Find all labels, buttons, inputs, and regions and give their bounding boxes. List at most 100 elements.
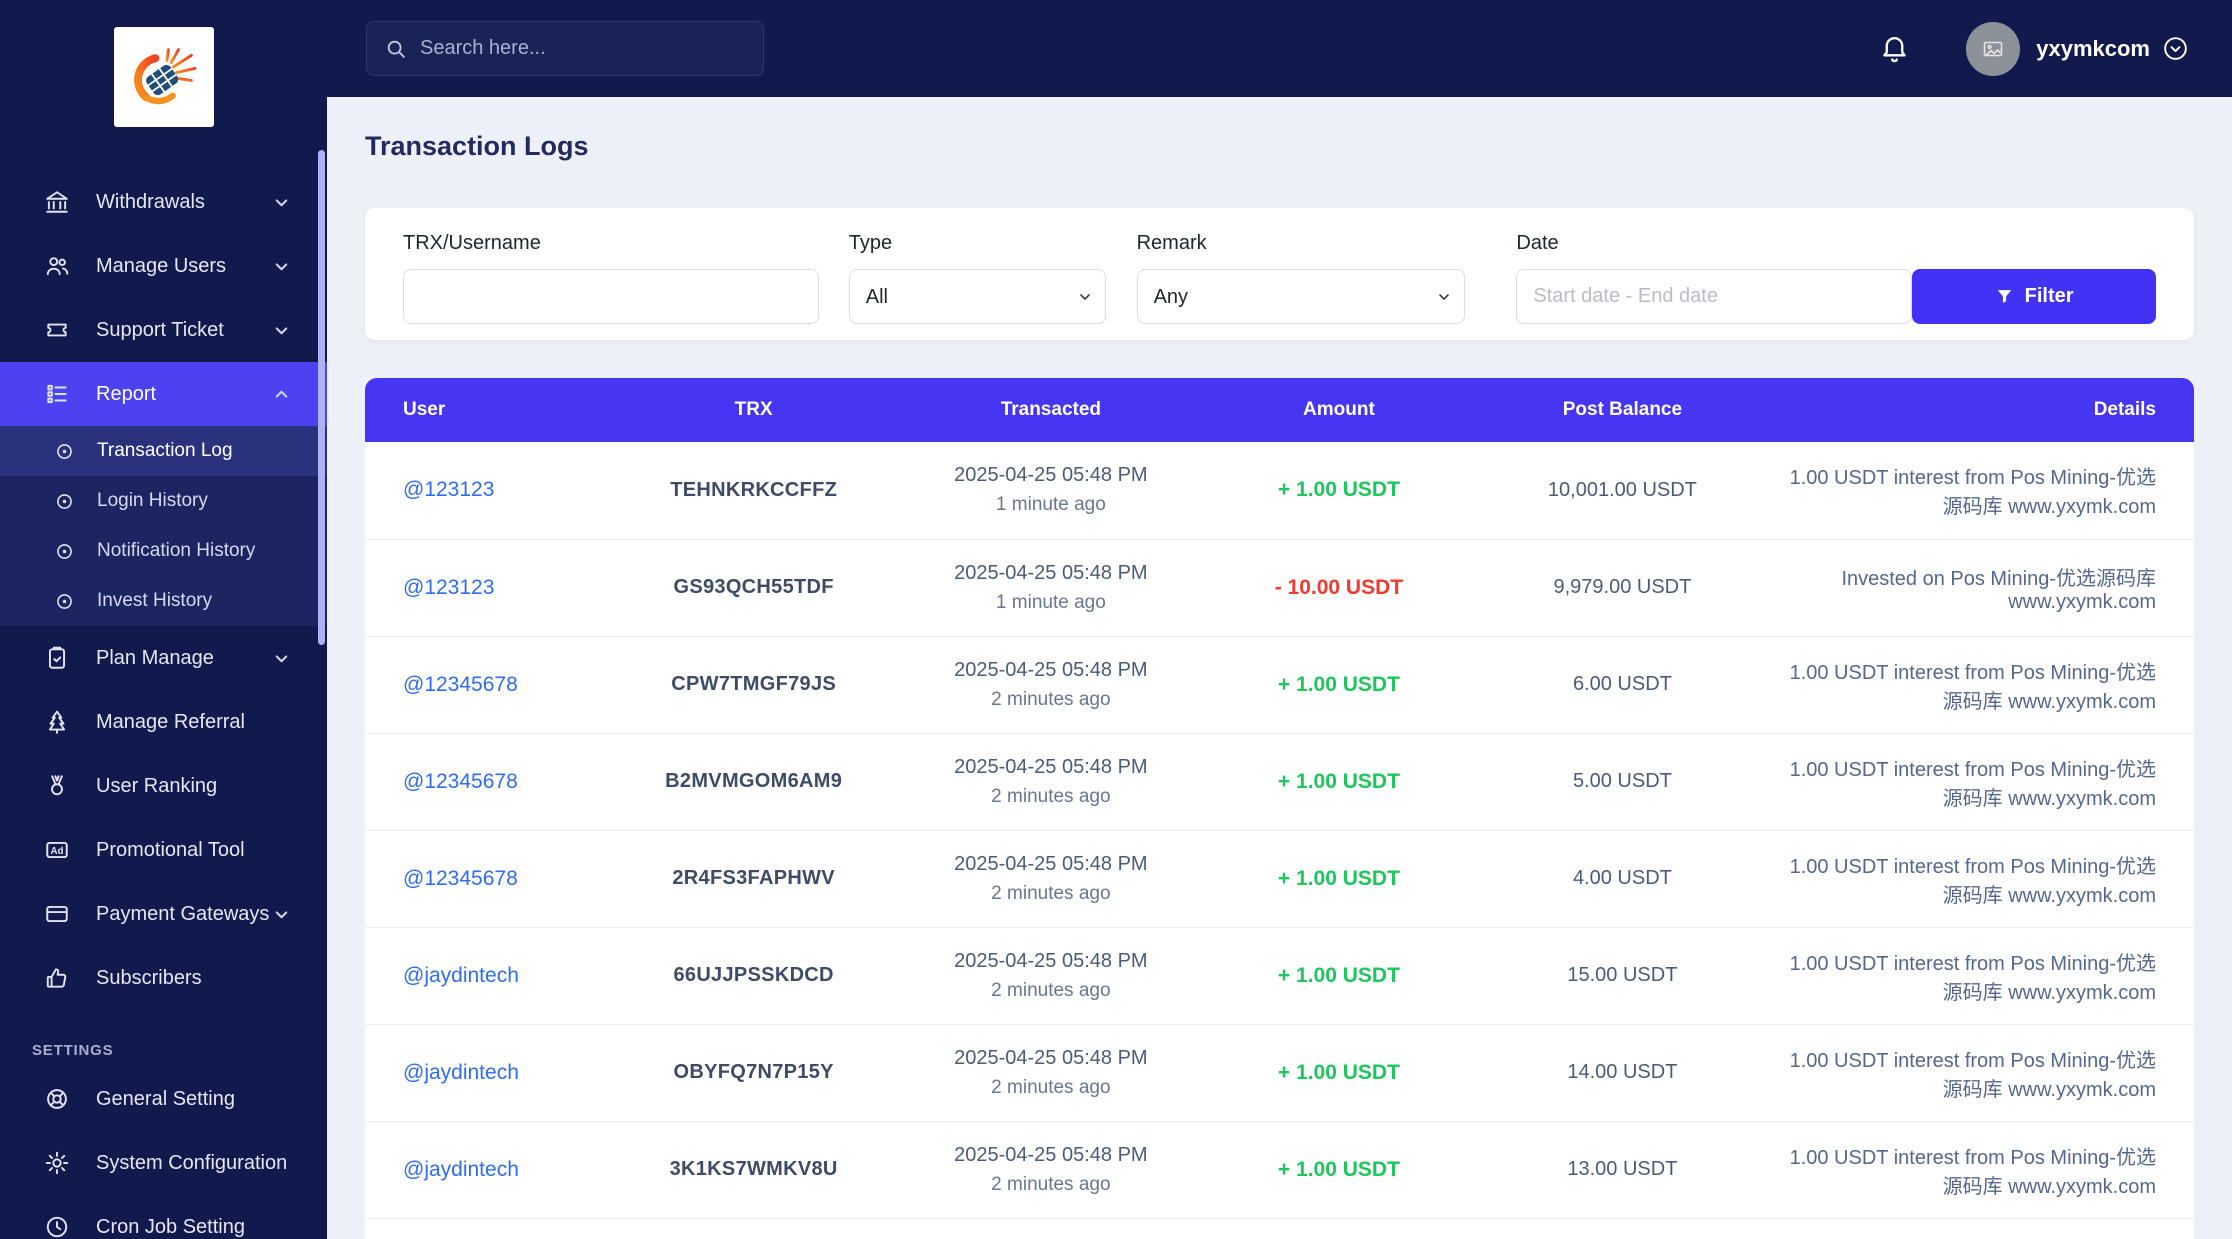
remark-select[interactable]: Any [1136, 269, 1466, 324]
table-row: @123123 GS93QCH55TDF 2025-04-25 05:48 PM… [365, 538, 2194, 636]
user-link[interactable]: @12345678 [403, 867, 518, 890]
post-balance-cell: 9,979.00 USDT [1471, 538, 1774, 636]
sidebar-item-label: Support Ticket [96, 318, 224, 341]
topbar-right: yxymkcom [1879, 21, 2189, 76]
sidebar-item-user-ranking[interactable]: User Ranking [0, 754, 327, 818]
chevron-down-icon [272, 321, 291, 340]
sidebar-item-label: Payment Gateways [96, 902, 270, 925]
username[interactable]: yxymkcom [2036, 36, 2150, 62]
search-box[interactable] [366, 21, 764, 76]
sidebar-item-general-setting[interactable]: General Setting [0, 1067, 327, 1131]
transacted-cell: 2025-04-25 05:48 PM 2 minutes ago [895, 1023, 1207, 1121]
column-header-trx: TRX [611, 378, 896, 442]
sidebar-item-subscribers[interactable]: Subscribers [0, 946, 327, 1010]
chevron-down-icon [272, 905, 291, 924]
sidebar-submenu: Transaction Log Login History Notificati… [0, 426, 327, 626]
transacted-cell: 2025-04-25 05:48 PM 1 minute ago [895, 442, 1207, 539]
avatar[interactable] [1966, 21, 2021, 76]
trx-cell: TEHNKRKCCFFZ [611, 442, 896, 539]
transacted-cell: 2025-04-25 05:48 PM 2 minutes ago [895, 829, 1207, 927]
post-balance-cell: 4.00 USDT [1471, 829, 1774, 927]
sidebar-item-label: Withdrawals [96, 190, 205, 213]
search-input[interactable] [420, 37, 745, 60]
user-link[interactable]: @12345678 [403, 770, 518, 793]
dot-circle-icon [54, 591, 75, 612]
trx-username-input[interactable] [403, 269, 819, 324]
user-link[interactable]: @jaydintech [403, 1158, 519, 1181]
brand-logo[interactable] [113, 27, 214, 127]
sidebar-item-label: Manage Referral [96, 710, 245, 733]
users-icon [44, 253, 70, 279]
dot-circle-icon [54, 541, 75, 562]
filter-button[interactable]: Filter [1912, 269, 2156, 324]
table-body: @123123 TEHNKRKCCFFZ 2025-04-25 05:48 PM… [365, 442, 2194, 1239]
chevron-down-circle-icon[interactable] [2162, 35, 2189, 62]
details-cell: 1.00 USDT interest from Pos Mining-优选源码库… [1773, 1120, 2194, 1218]
user-link[interactable]: @123123 [403, 478, 494, 501]
user-link[interactable]: @jaydintech [403, 1061, 519, 1084]
post-balance-cell: 5.00 USDT [1471, 732, 1774, 830]
sidebar-subitem-invest-history[interactable]: Invest History [0, 576, 327, 626]
trx-cell: 2R4FS3FAPHWV [611, 829, 896, 927]
column-header-user: User [365, 378, 612, 442]
details-cell: 1.00 USDT interest from Pos Mining-优选源码库… [1773, 829, 2194, 927]
transacted-cell: 2025-04-25 05:48 PM 2 minutes ago [895, 926, 1207, 1024]
report-icon [44, 381, 70, 407]
sidebar-item-withdrawals[interactable]: Withdrawals [0, 170, 327, 234]
column-header-amount: Amount [1206, 378, 1472, 442]
table-row: @jaydintech 66UJJPSSKDCD 2025-04-25 05:4… [365, 926, 2194, 1024]
sidebar-item-cron-job-setting[interactable]: Cron Job Setting [0, 1195, 327, 1239]
table-row: @123123 TEHNKRKCCFFZ 2025-04-25 05:48 PM… [365, 442, 2194, 539]
details-cell: Invested on Pos Mining-优选源码库 www.yxymk.c… [1773, 538, 2194, 636]
sidebar-settings-group: General Setting System Configuration Cro… [0, 1067, 327, 1239]
amount-cell: + 1.00 USDT [1206, 1023, 1472, 1121]
sidebar-main-group: Withdrawals Manage Users Support Ticket … [0, 170, 327, 1010]
sidebar-subitem-notification-history[interactable]: Notification History [0, 526, 327, 576]
user-link[interactable]: @12345678 [403, 673, 518, 696]
post-balance-cell: 13.00 USDT [1471, 1120, 1774, 1218]
amount-cell: + 1.00 USDT [1206, 829, 1472, 927]
table-row: @12345678 2R4FS3FAPHWV 2025-04-25 05:48 … [365, 829, 2194, 927]
transaction-table: User TRX Transacted Amount Post Balance Detai… [365, 378, 2194, 1239]
sidebar-item-manage-referral[interactable]: Manage Referral [0, 690, 327, 754]
sidebar-section-label: SETTINGS [32, 1042, 114, 1059]
sidebar-subitem-login-history[interactable]: Login History [0, 476, 327, 526]
user-link[interactable]: @123123 [403, 576, 494, 599]
amount-cell: + 1.00 USDT [1206, 926, 1472, 1024]
bell-icon[interactable] [1879, 33, 1910, 64]
sidebar-item-manage-users[interactable]: Manage Users [0, 234, 327, 298]
sidebar-item-plan-manage[interactable]: Plan Manage [0, 626, 327, 690]
main-area: yxymkcom Transaction Logs TRX/Username T… [327, 0, 2232, 1239]
chevron-down-icon [272, 193, 291, 212]
sidebar-item-system-configuration[interactable]: System Configuration [0, 1131, 327, 1195]
sidebar-item-payment-gateways[interactable]: Payment Gateways [0, 882, 327, 946]
amount-cell: - 10.00 USDT [1206, 538, 1472, 636]
medal-icon [44, 773, 70, 799]
sidebar-subitem-label: Notification History [97, 540, 256, 561]
trx-cell: GS93QCH55TDF [611, 538, 896, 636]
sidebar-item-support-ticket[interactable]: Support Ticket [0, 298, 327, 362]
details-cell: 1.00 USDT interest from Pos Mining-优选源码库… [1773, 732, 2194, 830]
date-range-input[interactable] [1516, 269, 1913, 324]
card-icon [44, 901, 70, 927]
clock-icon [44, 1214, 70, 1239]
sidebar-item-label: User Ranking [96, 774, 218, 797]
funnel-icon [1995, 287, 2014, 306]
target-icon [44, 1086, 70, 1112]
column-header-details: Details [1773, 378, 2194, 442]
dot-circle-icon [54, 441, 75, 462]
sidebar-scrollbar[interactable] [318, 150, 325, 645]
sidebar-subitem-transaction-log[interactable]: Transaction Log [0, 426, 327, 476]
search-icon [385, 38, 407, 60]
sidebar-item-report[interactable]: Report [0, 362, 327, 426]
details-cell: 1.00 USDT interest from Pos Mining-优选源码库… [1773, 635, 2194, 733]
sidebar-item-promotional-tool[interactable]: Ad Promotional Tool [0, 818, 327, 882]
amount-cell: + 1.00 USDT [1206, 635, 1472, 733]
table-row-partial [365, 1217, 2194, 1239]
transacted-cell: 2025-04-25 05:48 PM 1 minute ago [895, 538, 1207, 636]
post-balance-cell: 6.00 USDT [1471, 635, 1774, 733]
type-select[interactable]: All [848, 269, 1106, 324]
table-row: @jaydintech OBYFQ7N7P15Y 2025-04-25 05:4… [365, 1023, 2194, 1121]
post-balance-cell: 14.00 USDT [1471, 1023, 1774, 1121]
user-link[interactable]: @jaydintech [403, 964, 519, 987]
